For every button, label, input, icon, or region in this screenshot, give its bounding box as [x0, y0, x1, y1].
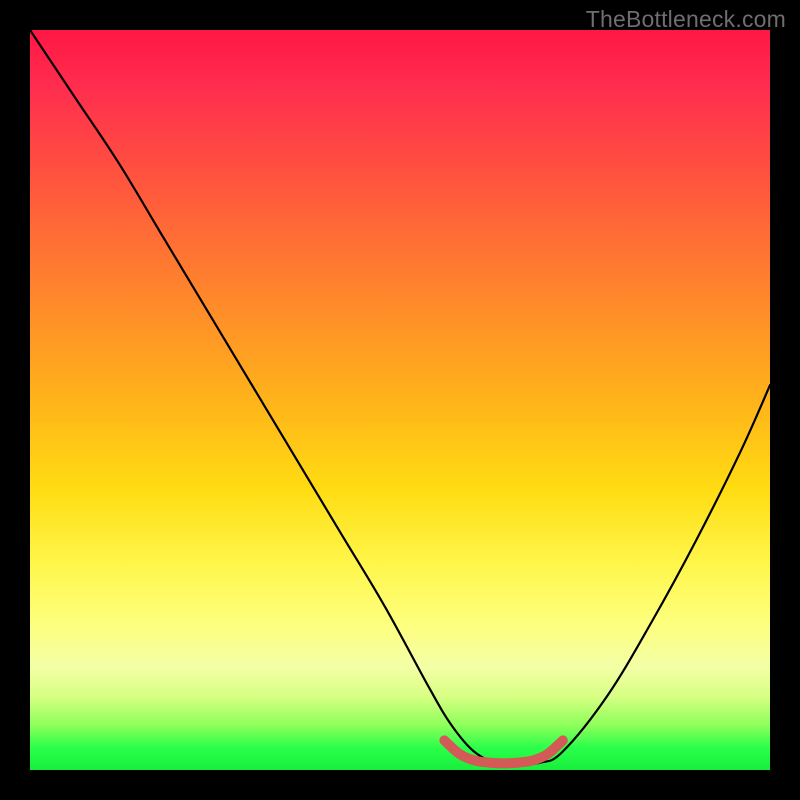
chart-frame: TheBottleneck.com: [0, 0, 800, 800]
watermark-text: TheBottleneck.com: [586, 6, 786, 33]
plot-area: [30, 30, 770, 770]
highlight-band: [444, 740, 562, 763]
chart-curve: [30, 30, 770, 764]
line-chart-svg: [30, 30, 770, 770]
